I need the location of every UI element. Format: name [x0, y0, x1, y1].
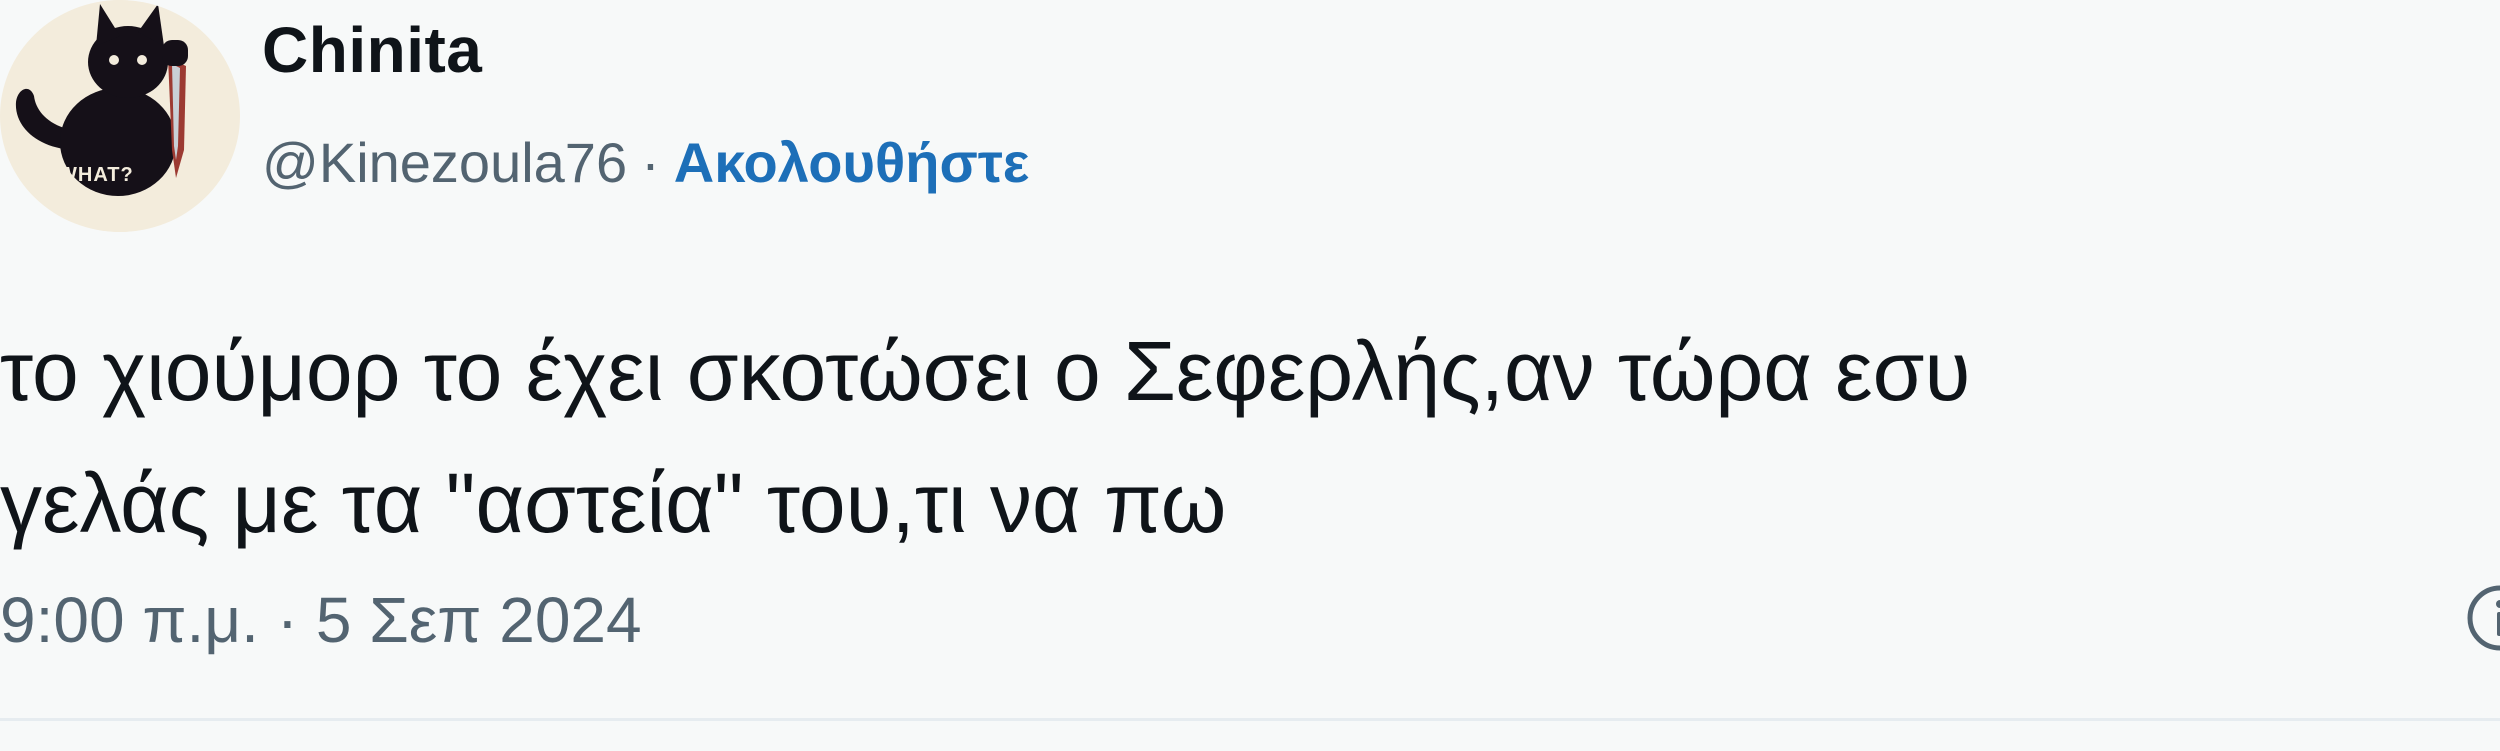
tweet-timestamp[interactable]: 9:00 π.μ. · 5 Σεπ 2024 — [0, 588, 642, 652]
meta-separator: · — [641, 131, 660, 194]
follow-button[interactable]: Ακολουθήστε — [674, 131, 1030, 194]
avatar-caption: WHAT? — [58, 164, 134, 186]
author-meta-row: @Kinezoula76 · Ακολουθήστε — [262, 135, 1029, 191]
author-avatar[interactable]: WHAT? — [0, 0, 240, 232]
info-icon[interactable] — [2460, 578, 2500, 658]
tweet-text: το χιούμορ το έχει σκοτώσει ο Σεφερλής,α… — [0, 324, 1971, 550]
black-cat-with-knife-icon — [4, 0, 236, 232]
author-display-name[interactable]: Chinita — [262, 18, 482, 82]
tweet-card: WHAT? Chinita @Kinezoula76 · Ακολουθήστε τ… — [0, 0, 2500, 751]
bottom-divider — [0, 718, 2500, 721]
author-handle[interactable]: @Kinezoula76 — [262, 131, 627, 194]
